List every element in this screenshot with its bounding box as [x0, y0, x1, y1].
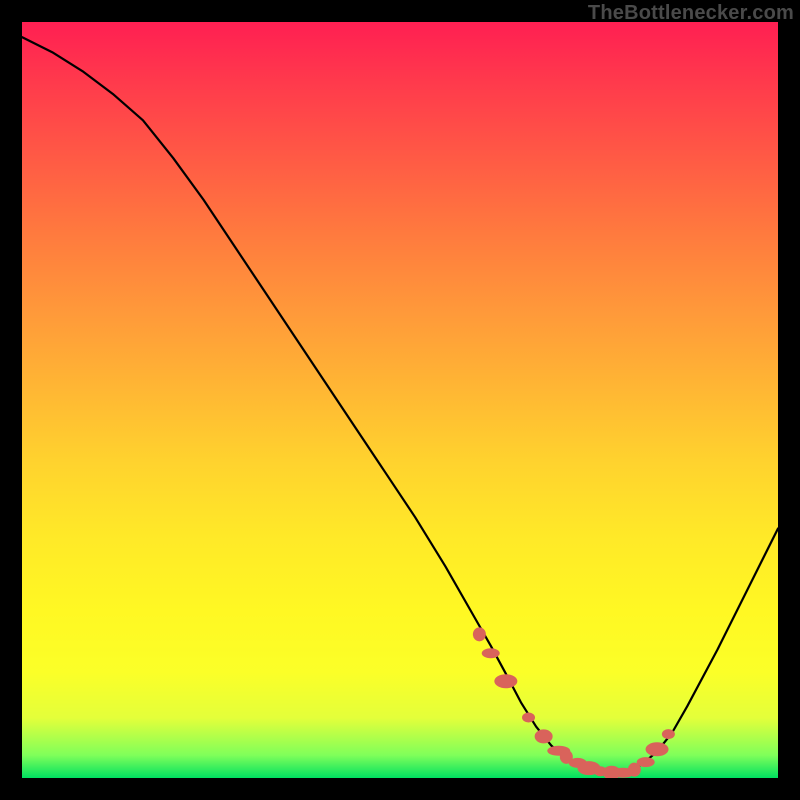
marker-dot — [662, 729, 675, 739]
highlight-markers — [473, 627, 675, 778]
marker-dot — [482, 648, 500, 658]
marker-dot — [535, 729, 553, 743]
marker-dot — [646, 742, 669, 756]
marker-dot — [494, 674, 517, 688]
marker-dot — [522, 713, 535, 723]
plot-area — [22, 22, 778, 778]
marker-dot — [637, 757, 655, 767]
chart-frame: TheBottlenecker.com — [0, 0, 800, 800]
bottleneck-curve — [22, 37, 778, 773]
chart-svg — [22, 22, 778, 778]
marker-dot — [473, 627, 486, 641]
watermark-text: TheBottlenecker.com — [588, 2, 794, 25]
